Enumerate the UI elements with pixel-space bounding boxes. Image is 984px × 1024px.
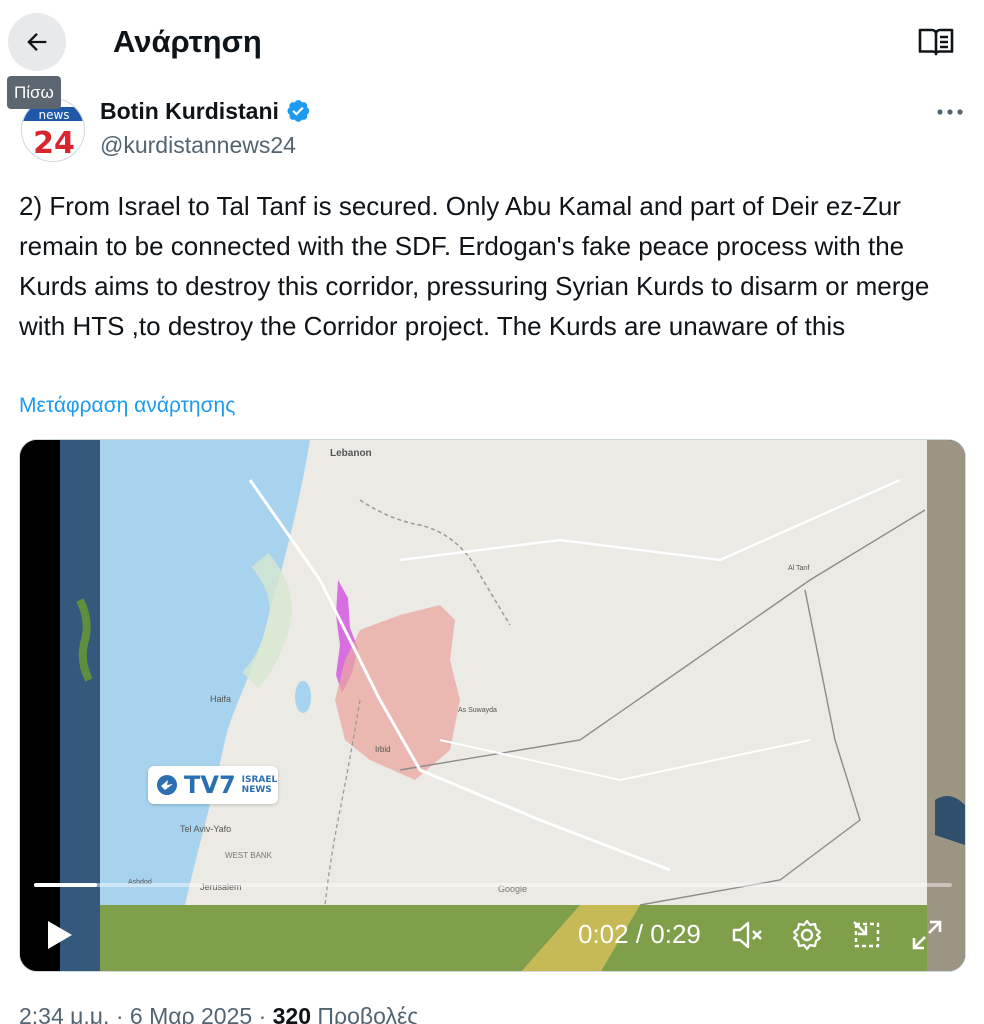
tv7-bird-icon: [157, 775, 177, 795]
map-label-west-bank: WEST BANK: [225, 851, 273, 860]
post-time[interactable]: 2:34 μ.μ.: [19, 1003, 109, 1024]
more-icon[interactable]: [930, 98, 970, 126]
reader-mode-icon[interactable]: [917, 26, 955, 58]
translate-post-link[interactable]: Μετάφραση ανάρτησης: [19, 391, 235, 421]
author-handle[interactable]: @kurdistannews24: [100, 130, 296, 160]
volume-muted-icon[interactable]: [728, 916, 766, 954]
meta-separator-2: ·: [258, 1003, 267, 1024]
video-progress-bar[interactable]: [34, 883, 952, 887]
post-date[interactable]: 6 Μαρ 2025: [130, 1003, 252, 1024]
map-label-tel-aviv: Tel Aviv-Yafo: [180, 824, 231, 834]
map-label-al-tanf: Al Tanf: [788, 565, 809, 572]
avatar-text: news: [38, 108, 69, 122]
tv7-logo-sub: ISRAEL NEWS: [242, 775, 278, 795]
page-title: Ανάρτηση: [113, 24, 262, 59]
author-name-row[interactable]: Botin Kurdistani: [100, 96, 311, 126]
back-button[interactable]: [8, 13, 66, 71]
post-text: 2) From Israel to Tal Tanf is secured. O…: [19, 191, 930, 341]
avatar-number: 24: [33, 126, 75, 161]
verified-badge-icon: [287, 100, 310, 122]
gear-icon[interactable]: [788, 916, 826, 954]
back-tooltip: Πίσω: [7, 76, 61, 109]
author-name[interactable]: Botin Kurdistani: [100, 96, 279, 126]
top-bar: Ανάρτηση: [0, 0, 984, 84]
tv7-logo-sub-1: ISRAEL: [241, 775, 278, 785]
tv7-logo-sub-2: NEWS: [241, 785, 272, 795]
video-progress-fill: [34, 883, 98, 887]
map-label-lebanon: Lebanon: [330, 448, 372, 459]
view-count: 320: [272, 1003, 312, 1024]
arrow-left-icon: [27, 33, 47, 51]
fullscreen-icon[interactable]: [908, 916, 946, 954]
play-icon[interactable]: [42, 918, 76, 952]
map-label-haifa: Haifa: [210, 694, 231, 704]
video-player[interactable]: Lebanon Haifa Tel Aviv-Yafo WEST BANK Je…: [19, 439, 966, 972]
map-label-as-suwayda: As Suwayda: [458, 707, 497, 714]
tv7-logo: TV7 ISRAEL NEWS: [148, 766, 278, 804]
meta-separator: ·: [115, 1003, 124, 1024]
video-time: 0:02 / 0:29: [578, 919, 701, 949]
map-video-frame: Lebanon Haifa Tel Aviv-Yafo WEST BANK Je…: [20, 440, 965, 971]
video-controls: 0:02 / 0:29: [20, 902, 965, 966]
picture-in-picture-icon[interactable]: [848, 916, 886, 954]
map-label-irbid: Irbid: [375, 745, 391, 754]
tv7-logo-main: TV7: [184, 771, 236, 799]
post-meta: 2:34 μ.μ. · 6 Μαρ 2025 · 320 Προβολές: [19, 998, 418, 1024]
views-label: Προβολές: [317, 1003, 419, 1024]
